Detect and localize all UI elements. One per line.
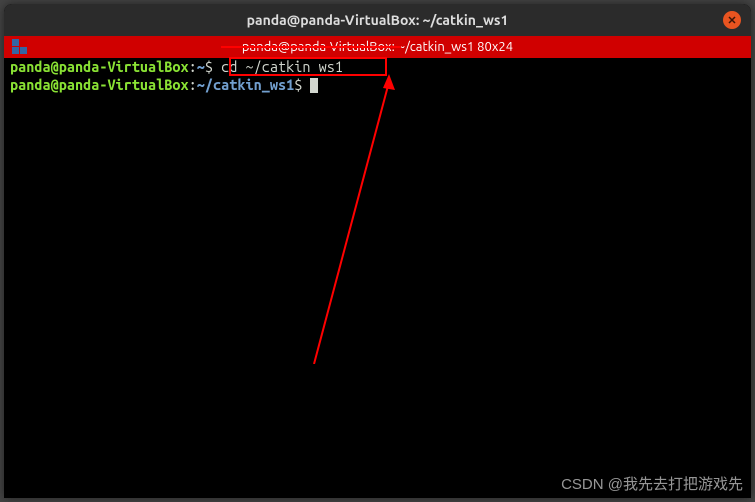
terminal-window: panda@panda-VirtualBox: ~/catkin_ws1 pan… — [4, 4, 751, 498]
watermark-text: CSDN @我先去打把游戏先 — [561, 473, 743, 494]
prompt-dollar: $ — [294, 76, 310, 93]
prompt-userhost: panda@panda-VirtualBox — [10, 76, 189, 93]
prompt-dollar: $ — [205, 58, 221, 75]
titlebar: panda@panda-VirtualBox: ~/catkin_ws1 — [4, 4, 751, 36]
cursor — [310, 78, 318, 93]
command-text: cd ~/catkin_ws1 — [221, 58, 343, 75]
close-icon — [727, 15, 737, 25]
terminal-line: panda@panda-VirtualBox:~$ cd ~/catkin_ws… — [10, 58, 745, 76]
annotation-arrow — [304, 74, 454, 364]
close-button[interactable] — [723, 11, 741, 29]
prompt-path: ~/catkin_ws1 — [197, 76, 294, 93]
prompt-colon: : — [189, 76, 197, 93]
terminal-body[interactable]: panda@panda-VirtualBox:~$ cd ~/catkin_ws… — [4, 58, 751, 498]
annotation-strike — [221, 46, 401, 48]
terminal-icon — [12, 39, 28, 55]
window-title: panda@panda-VirtualBox: ~/catkin_ws1 — [247, 12, 509, 28]
prompt-colon: : — [189, 58, 197, 75]
prompt-userhost: panda@panda-VirtualBox — [10, 58, 189, 75]
size-indicator-bar: panda@panda-VirtualBox: ~/catkin_ws1 80x… — [4, 36, 751, 58]
terminal-line: panda@panda-VirtualBox:~/catkin_ws1$ — [10, 76, 745, 94]
prompt-path: ~ — [197, 58, 205, 75]
